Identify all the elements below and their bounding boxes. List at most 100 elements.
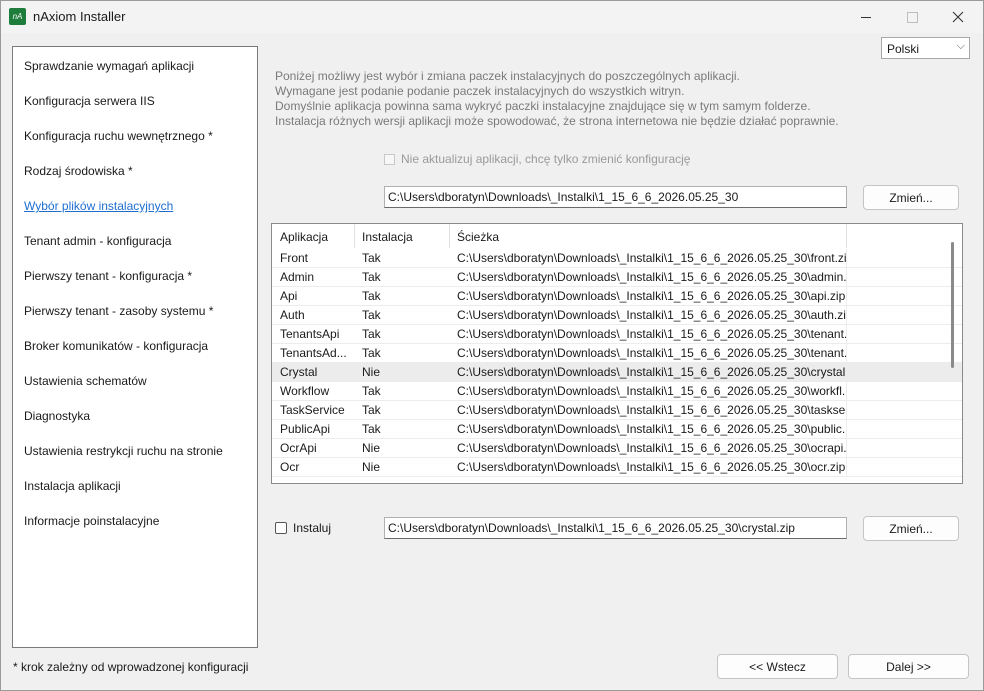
minimize-icon xyxy=(861,16,871,18)
cell-install: Tak xyxy=(362,384,381,398)
cell-app: Ocr xyxy=(280,460,300,474)
table-header: Aplikacja Instalacja Ścieżka xyxy=(272,224,962,248)
sidebar-item-first-tenant-resources[interactable]: Pierwszy tenant - zasoby systemu * xyxy=(24,304,213,318)
install-label: Instaluj xyxy=(293,521,332,535)
app-logo-icon: nA xyxy=(9,8,26,25)
table-row[interactable]: Ocr Nie C:\Users\dboratyn\Downloads\_Insta… xyxy=(272,458,962,477)
table-row[interactable]: Crystal Nie C:\Users\dboratyn\Downloads\_I… xyxy=(272,363,962,382)
table-row[interactable]: TaskService Tak C:\Users\dboratyn\Download… xyxy=(272,401,962,420)
cell-install: Tak xyxy=(362,403,381,417)
package-path-input[interactable] xyxy=(385,518,846,538)
cell-path: C:\Users\dboratyn\Downloads\_Instalki\1_… xyxy=(450,363,847,382)
installer-window: nA nAxiom Installer Sprawdzanie wymagań … xyxy=(0,0,984,691)
cell-install: Tak xyxy=(362,327,381,341)
cell-install: Tak xyxy=(362,346,381,360)
change-package-button[interactable]: Zmień... xyxy=(863,516,959,541)
cell-app: Api xyxy=(280,289,298,303)
change-folder-button[interactable]: Zmień... xyxy=(863,185,959,210)
cell-path: C:\Users\dboratyn\Downloads\_Instalki\1_… xyxy=(450,287,847,306)
cell-app: TenantsAd... xyxy=(280,346,347,360)
sidebar-item-requirements[interactable]: Sprawdzanie wymagań aplikacji xyxy=(24,59,194,73)
info-text: Poniżej możliwy jest wybór i zmiana pacz… xyxy=(275,69,839,129)
cell-path: C:\Users\dboratyn\Downloads\_Instalki\1_… xyxy=(450,268,847,287)
cell-path: C:\Users\dboratyn\Downloads\_Instalki\1_… xyxy=(450,306,847,325)
cell-path: C:\Users\dboratyn\Downloads\_Instalki\1_… xyxy=(450,439,847,458)
info-line: Poniżej możliwy jest wybór i zmiana pacz… xyxy=(275,69,740,83)
sidebar-item-iis[interactable]: Konfiguracja serwera IIS xyxy=(24,94,155,108)
sidebar-item-app-install[interactable]: Instalacja aplikacji xyxy=(24,479,121,493)
column-header-app[interactable]: Aplikacja xyxy=(273,224,355,248)
sidebar-item-schemas[interactable]: Ustawienia schematów xyxy=(24,374,147,388)
table-body: Front Tak C:\Users\dboratyn\Downloads\_Ins… xyxy=(272,249,962,477)
package-path-field[interactable] xyxy=(384,517,847,539)
table-row[interactable]: Auth Tak C:\Users\dboratyn\Downloads\_Inst… xyxy=(272,306,962,325)
no-update-option[interactable]: Nie aktualizuj aplikacji, chcę tylko zmi… xyxy=(384,152,690,166)
next-button[interactable]: Dalej >> xyxy=(848,654,969,679)
cell-app: OcrApi xyxy=(280,441,317,455)
column-header-install[interactable]: Instalacja xyxy=(355,224,450,248)
cell-path: C:\Users\dboratyn\Downloads\_Instalki\1_… xyxy=(450,401,847,420)
sidebar-item-tenant-admin[interactable]: Tenant admin - konfiguracja xyxy=(24,234,171,248)
cell-install: Tak xyxy=(362,270,381,284)
maximize-button[interactable] xyxy=(889,1,935,33)
install-checkbox[interactable] xyxy=(275,522,287,534)
cell-path: C:\Users\dboratyn\Downloads\_Instalki\1_… xyxy=(450,325,847,344)
chevron-down-icon: ⌵ xyxy=(956,40,965,52)
info-line: Instalacja różnych wersji aplikacji może… xyxy=(275,114,839,128)
cell-install: Tak xyxy=(362,289,381,303)
sidebar-item-message-broker[interactable]: Broker komunikatów - konfiguracja xyxy=(24,339,208,353)
cell-path: C:\Users\dboratyn\Downloads\_Instalki\1_… xyxy=(450,249,847,268)
table-row[interactable]: Admin Tak C:\Users\dboratyn\Downloads\_Ins… xyxy=(272,268,962,287)
table-row[interactable]: Workflow Tak C:\Users\dboratyn\Downloads\_… xyxy=(272,382,962,401)
table-scrollbar[interactable] xyxy=(951,242,954,368)
sidebar-item-post-install-info[interactable]: Informacje poinstalacyjne xyxy=(24,514,159,528)
sidebar-item-first-tenant-config[interactable]: Pierwszy tenant - konfiguracja * xyxy=(24,269,192,283)
table-row[interactable]: TenantsAd... Tak C:\Users\dboratyn\Downloa… xyxy=(272,344,962,363)
sidebar-item-traffic-restrictions[interactable]: Ustawienia restrykcji ruchu na stronie xyxy=(24,444,223,458)
column-header-path[interactable]: Ścieżka xyxy=(450,224,847,248)
title-bar: nA nAxiom Installer xyxy=(1,1,983,33)
footnote: * krok zależny od wprowadzonej konfigura… xyxy=(13,660,249,674)
sidebar-item-diagnostics[interactable]: Diagnostyka xyxy=(24,409,90,423)
cell-path: C:\Users\dboratyn\Downloads\_Instalki\1_… xyxy=(450,458,847,477)
no-update-checkbox[interactable] xyxy=(384,154,395,165)
cell-app: PublicApi xyxy=(280,422,331,436)
cell-install: Tak xyxy=(362,422,381,436)
folder-path-field[interactable] xyxy=(384,186,847,208)
cell-install: Nie xyxy=(362,460,381,474)
cell-install: Tak xyxy=(362,251,381,265)
cell-app: Workflow xyxy=(280,384,330,398)
install-option[interactable]: Instaluj xyxy=(275,521,331,535)
folder-path-input[interactable] xyxy=(385,187,846,207)
back-button[interactable]: << Wstecz xyxy=(717,654,838,679)
cell-app: TenantsApi xyxy=(280,327,340,341)
packages-table: Aplikacja Instalacja Ścieżka Front Tak C:\… xyxy=(271,223,963,484)
window-title: nAxiom Installer xyxy=(33,9,126,24)
cell-path: C:\Users\dboratyn\Downloads\_Instalki\1_… xyxy=(450,344,847,363)
minimize-button[interactable] xyxy=(843,1,889,33)
sidebar-item-install-files[interactable]: Wybór plików instalacyjnych xyxy=(24,199,173,213)
close-icon xyxy=(952,11,964,23)
cell-app: Crystal xyxy=(280,365,318,379)
sidebar-item-internal-traffic[interactable]: Konfiguracja ruchu wewnętrznego * xyxy=(24,129,213,143)
table-row[interactable]: PublicApi Tak C:\Users\dboratyn\Downloads\… xyxy=(272,420,962,439)
maximize-icon xyxy=(906,11,918,23)
table-row[interactable]: TenantsApi Tak C:\Users\dboratyn\Downloads… xyxy=(272,325,962,344)
steps-sidebar: Sprawdzanie wymagań aplikacji Konfigurac… xyxy=(12,46,258,648)
info-line: Wymagane jest podanie podanie paczek ins… xyxy=(275,84,685,98)
close-button[interactable] xyxy=(935,1,981,33)
language-value: Polski xyxy=(887,42,920,56)
cell-install: Tak xyxy=(362,308,381,322)
table-row[interactable]: OcrApi Nie C:\Users\dboratyn\Downloads\_In… xyxy=(272,439,962,458)
cell-app: Admin xyxy=(280,270,315,284)
info-line: Domyślnie aplikacja powinna sama wykryć … xyxy=(275,99,811,113)
table-row[interactable]: Front Tak C:\Users\dboratyn\Downloads\_Ins… xyxy=(272,249,962,268)
no-update-label: Nie aktualizuj aplikacji, chcę tylko zmi… xyxy=(401,152,691,166)
cell-path: C:\Users\dboratyn\Downloads\_Instalki\1_… xyxy=(450,382,847,401)
language-select[interactable]: Polski ⌵ xyxy=(881,37,970,59)
table-row[interactable]: Api Tak C:\Users\dboratyn\Downloads\_Insta… xyxy=(272,287,962,306)
sidebar-item-environment[interactable]: Rodzaj środowiska * xyxy=(24,164,133,178)
cell-app: Auth xyxy=(280,308,305,322)
cell-app: TaskService xyxy=(280,403,345,417)
cell-app: Front xyxy=(280,251,309,265)
